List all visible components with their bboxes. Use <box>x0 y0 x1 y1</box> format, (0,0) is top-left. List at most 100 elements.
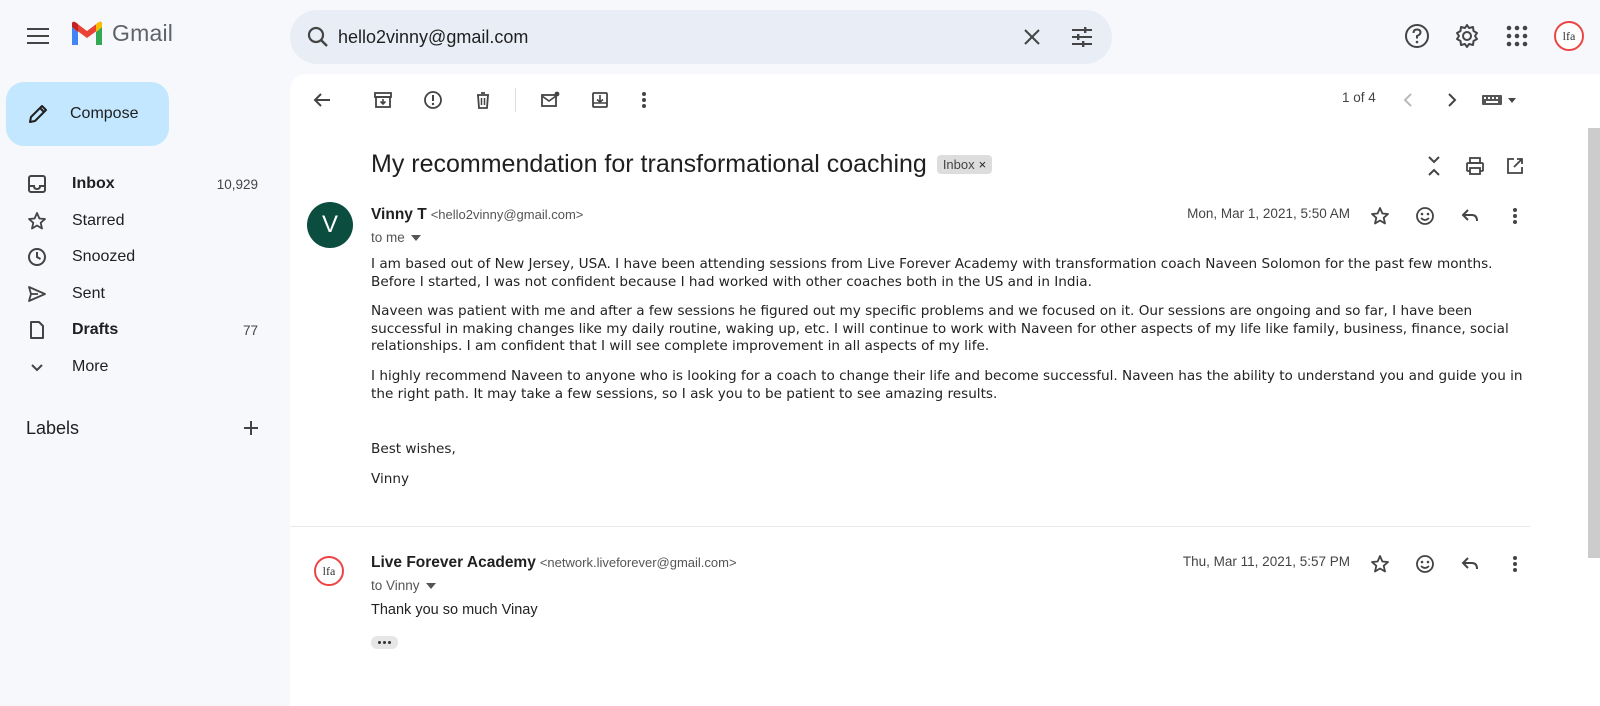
move-to-button[interactable] <box>582 86 618 114</box>
app-name: Gmail <box>112 20 174 46</box>
top-bar: Gmail lfa <box>0 0 1600 72</box>
sender-avatar[interactable]: V <box>307 202 353 248</box>
gear-icon <box>1454 23 1480 49</box>
more-actions-button[interactable] <box>626 86 662 114</box>
search-input[interactable] <box>338 23 978 51</box>
more-vert-icon <box>641 91 647 109</box>
chevron-right-icon <box>1446 92 1458 108</box>
star-button[interactable] <box>1366 202 1394 230</box>
account-button[interactable]: lfa <box>1549 16 1589 56</box>
star-button[interactable] <box>1366 550 1394 578</box>
sidebar-item-label: Snoozed <box>72 248 136 266</box>
sidebar-item-drafts[interactable]: Drafts 77 <box>0 312 272 349</box>
sender-avatar[interactable]: lfa <box>314 556 344 586</box>
labels-header: Labels <box>26 416 260 440</box>
recipients-text: to me <box>371 230 405 245</box>
apps-button[interactable] <box>1497 16 1537 56</box>
sidebar-item-count: 77 <box>242 322 258 338</box>
search-bar[interactable] <box>290 10 1112 64</box>
print-button[interactable] <box>1461 152 1489 180</box>
settings-button[interactable] <box>1447 16 1487 56</box>
older-button[interactable] <box>1434 86 1470 114</box>
arrow-left-icon <box>312 90 332 110</box>
recipients-toggle[interactable]: to Vinny <box>371 578 436 593</box>
compose-label: Compose <box>70 105 139 122</box>
main-menu-button[interactable] <box>18 16 58 56</box>
message-item: lfa Live Forever Academy <network.livefo… <box>290 550 1540 670</box>
archive-icon <box>373 90 393 110</box>
sidebar-nav: Inbox 10,929 Starred Snoozed Sent Drafts… <box>0 166 272 385</box>
pagination-text: 1 of 4 <box>1342 90 1376 105</box>
sidebar-item-snoozed[interactable]: Snoozed <box>0 239 272 276</box>
open-new-window-button[interactable] <box>1501 152 1529 180</box>
reply-button[interactable] <box>1456 202 1484 230</box>
mark-unread-button[interactable] <box>532 86 568 114</box>
thread-scrollbar[interactable] <box>1588 128 1600 558</box>
chevron-down-icon <box>26 357 48 377</box>
message-more-button[interactable] <box>1501 550 1529 578</box>
sidebar-item-inbox[interactable]: Inbox 10,929 <box>0 166 272 203</box>
search-icon[interactable] <box>306 25 330 49</box>
message-date: Thu, Mar 11, 2021, 5:57 PM <box>1182 554 1350 569</box>
caret-down-icon <box>410 234 421 241</box>
show-trimmed-content-button[interactable] <box>371 636 398 649</box>
newer-button[interactable] <box>1390 86 1426 114</box>
sidebar-item-label: Sent <box>72 284 105 302</box>
draft-icon <box>26 320 48 340</box>
add-reaction-button[interactable] <box>1411 202 1439 230</box>
add-label-icon[interactable] <box>242 419 260 437</box>
sender-name[interactable]: Vinny T <box>371 206 427 224</box>
chip-label: Inbox <box>942 157 975 172</box>
sender-email: <hello2vinny@gmail.com> <box>430 207 584 222</box>
archive-button[interactable] <box>365 86 401 114</box>
gmail-m-icon <box>70 21 104 47</box>
trash-icon <box>473 90 493 110</box>
sender-name[interactable]: Live Forever Academy <box>371 554 536 572</box>
body-paragraph: I highly recommend Naveen to anyone who … <box>371 367 1523 402</box>
sidebar-item-starred[interactable]: Starred <box>0 203 272 240</box>
reply-button[interactable] <box>1456 550 1484 578</box>
message-body: Thank you so much Vinay <box>371 602 1526 632</box>
more-vert-icon <box>1512 555 1518 573</box>
gmail-logo[interactable]: Gmail <box>70 20 173 47</box>
spam-icon <box>423 90 443 110</box>
caret-down-icon <box>425 582 436 589</box>
dot <box>378 641 381 644</box>
send-icon <box>26 284 48 304</box>
remove-label-icon[interactable]: × <box>979 157 987 172</box>
recipients-toggle[interactable]: to me <box>371 230 421 245</box>
star-icon <box>1370 554 1390 574</box>
back-button[interactable] <box>304 86 340 114</box>
clear-search-icon[interactable] <box>1020 25 1044 49</box>
sender-email: <network.liveforever@gmail.com> <box>539 555 737 570</box>
message-item: V Vinny T <hello2vinny@gmail.com> to me … <box>290 202 1540 522</box>
inbox-icon <box>26 174 48 194</box>
labels-title: Labels <box>26 417 80 438</box>
input-tools-button[interactable] <box>1476 86 1526 114</box>
sender-avatar-text: lfa <box>314 556 344 586</box>
star-icon <box>1370 206 1390 226</box>
sidebar-item-sent[interactable]: Sent <box>0 276 272 313</box>
add-reaction-button[interactable] <box>1411 550 1439 578</box>
thread-subject: My recommendation for transformational c… <box>371 150 993 179</box>
expand-all-button[interactable] <box>1420 152 1448 180</box>
recipients-text: to Vinny <box>371 578 420 593</box>
hamburger-icon <box>27 28 49 44</box>
message-more-button[interactable] <box>1501 202 1529 230</box>
report-spam-button[interactable] <box>415 86 451 114</box>
search-options-icon[interactable] <box>1070 25 1094 49</box>
message-toolbar: 1 of 4 <box>290 74 1600 126</box>
sidebar-item-count: 10,929 <box>216 176 258 192</box>
help-button[interactable] <box>1397 16 1437 56</box>
sender-line: Live Forever Academy <network.liveforeve… <box>371 554 737 572</box>
body-paragraph: I am based out of New Jersey, USA. I hav… <box>371 256 1493 290</box>
reply-icon <box>1460 206 1480 226</box>
emoji-icon <box>1415 554 1435 574</box>
open-in-new-icon <box>1505 156 1525 176</box>
sidebar-item-label: Drafts <box>72 321 119 339</box>
reply-icon <box>1460 554 1480 574</box>
sidebar-item-more[interactable]: More <box>0 349 272 386</box>
delete-button[interactable] <box>465 86 501 114</box>
compose-button[interactable]: Compose <box>6 82 169 146</box>
chevron-left-icon <box>1402 92 1414 108</box>
